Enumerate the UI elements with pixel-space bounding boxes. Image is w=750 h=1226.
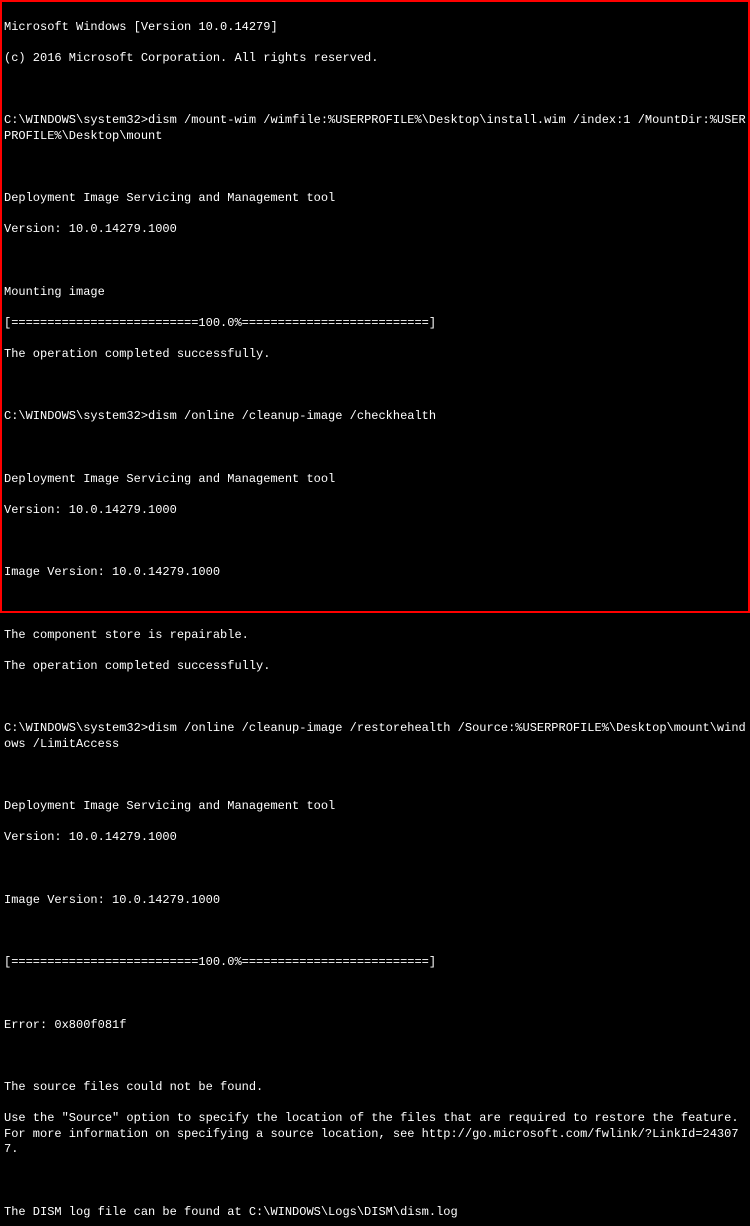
- blank-line: [4, 441, 748, 457]
- blank-line: [4, 924, 748, 940]
- header-copyright: (c) 2016 Microsoft Corporation. All righ…: [4, 51, 748, 67]
- command-line-3: C:\WINDOWS\system32>dism /online /cleanu…: [4, 721, 748, 752]
- prompt: C:\WINDOWS\system32>: [4, 113, 148, 127]
- success-msg: The operation completed successfully.: [4, 347, 748, 363]
- prompt: C:\WINDOWS\system32>: [4, 721, 148, 735]
- tool-name: Deployment Image Servicing and Managemen…: [4, 191, 748, 207]
- blank-line: [4, 378, 748, 394]
- error-msg-2: Use the "Source" option to specify the l…: [4, 1111, 748, 1158]
- blank-line: [4, 986, 748, 1002]
- blank-line: [4, 862, 748, 878]
- progress-bar: [==========================100.0%=======…: [4, 316, 748, 332]
- repairable-msg: The component store is repairable.: [4, 628, 748, 644]
- log-location: The DISM log file can be found at C:\WIN…: [4, 1205, 748, 1221]
- blank-line: [4, 768, 748, 784]
- command-text: dism /online /cleanup-image /checkhealth: [148, 409, 436, 423]
- error-msg-1: The source files could not be found.: [4, 1080, 748, 1096]
- prompt: C:\WINDOWS\system32>: [4, 409, 148, 423]
- blank-line: [4, 597, 748, 613]
- image-version: Image Version: 10.0.14279.1000: [4, 565, 748, 581]
- tool-name: Deployment Image Servicing and Managemen…: [4, 799, 748, 815]
- error-code: Error: 0x800f081f: [4, 1018, 748, 1034]
- command-line-2: C:\WINDOWS\system32>dism /online /cleanu…: [4, 409, 748, 425]
- mounting-label: Mounting image: [4, 285, 748, 301]
- terminal-window[interactable]: Microsoft Windows [Version 10.0.14279] (…: [2, 2, 748, 1226]
- command-line-1: C:\WINDOWS\system32>dism /mount-wim /wim…: [4, 113, 748, 144]
- blank-line: [4, 1049, 748, 1065]
- tool-name: Deployment Image Servicing and Managemen…: [4, 472, 748, 488]
- image-version: Image Version: 10.0.14279.1000: [4, 893, 748, 909]
- tool-version: Version: 10.0.14279.1000: [4, 222, 748, 238]
- blank-line: [4, 1174, 748, 1190]
- tool-version: Version: 10.0.14279.1000: [4, 830, 748, 846]
- blank-line: [4, 534, 748, 550]
- blank-line: [4, 254, 748, 270]
- header-title: Microsoft Windows [Version 10.0.14279]: [4, 20, 748, 36]
- blank-line: [4, 160, 748, 176]
- blank-line: [4, 82, 748, 98]
- tool-version: Version: 10.0.14279.1000: [4, 503, 748, 519]
- blank-line: [4, 690, 748, 706]
- progress-bar: [==========================100.0%=======…: [4, 955, 748, 971]
- success-msg: The operation completed successfully.: [4, 659, 748, 675]
